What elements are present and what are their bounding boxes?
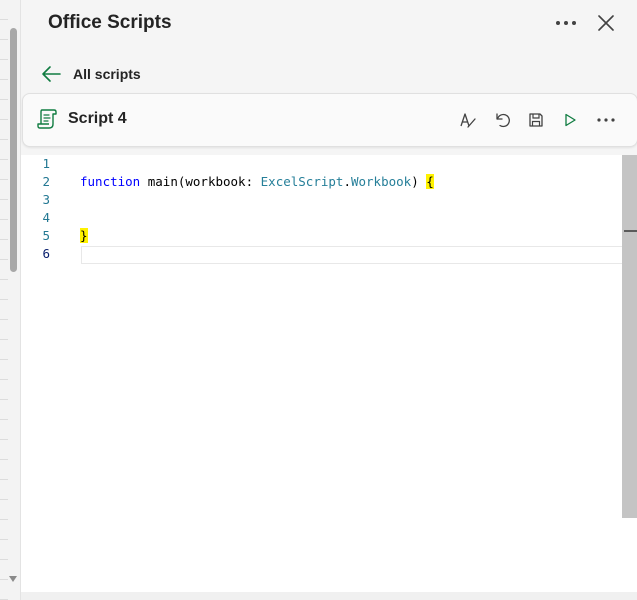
editor-vertical-scrollbar[interactable]: [622, 155, 637, 518]
code-editor[interactable]: 1 2 3 4 5 6 function main(workbook: Exce…: [21, 155, 637, 592]
code-token: .: [343, 174, 351, 189]
worksheet-grid-lines: [0, 0, 8, 600]
undo-button[interactable]: [489, 107, 515, 133]
line-number: 1: [42, 156, 50, 171]
current-line-highlight: [81, 246, 637, 264]
all-scripts-label: All scripts: [73, 66, 141, 82]
code-line-2[interactable]: function main(workbook: ExcelScript.Work…: [80, 173, 434, 191]
run-button[interactable]: [557, 107, 583, 133]
office-scripts-pane: Office Scripts All scripts Script 4 1 2 …: [21, 0, 637, 600]
play-icon: [565, 113, 576, 127]
type-token: Workbook: [350, 174, 412, 189]
pane-more-options-button[interactable]: [553, 10, 579, 36]
line-number: 5: [42, 228, 50, 243]
script-name[interactable]: Script 4: [68, 110, 127, 128]
more-horizontal-icon: [597, 118, 615, 122]
script-header-card: Script 4: [22, 93, 637, 147]
worksheet-edge: [0, 0, 21, 600]
more-horizontal-icon: [556, 21, 576, 25]
pane-bottom-bar: [21, 592, 637, 600]
code-token: ): [411, 174, 427, 189]
pane-header: Office Scripts: [21, 0, 637, 48]
matched-bracket-open: {: [426, 174, 434, 189]
save-button[interactable]: [523, 107, 549, 133]
all-scripts-back-link[interactable]: All scripts: [39, 60, 141, 88]
script-more-options-button[interactable]: [593, 107, 619, 133]
save-icon: [529, 113, 543, 127]
code-line-5[interactable]: }: [80, 227, 88, 245]
line-number: 4: [42, 210, 50, 225]
undo-icon: [496, 113, 510, 128]
worksheet-scrollbar-thumb[interactable]: [10, 28, 17, 272]
line-number: 2: [42, 174, 50, 189]
pane-close-button[interactable]: [593, 10, 619, 36]
arrow-left-icon: [42, 66, 61, 82]
overview-ruler-cursor: [624, 230, 637, 232]
type-token: ExcelScript: [260, 174, 344, 189]
text-proofing-icon: [460, 113, 476, 128]
close-icon: [598, 15, 614, 31]
line-number-gutter: 1 2 3 4 5 6: [21, 155, 61, 592]
matched-bracket-close: }: [80, 228, 88, 243]
code-token: main(workbook:: [140, 174, 261, 189]
scroll-down-arrow-icon[interactable]: [9, 576, 17, 582]
text-proofing-button[interactable]: [455, 107, 481, 133]
pane-title: Office Scripts: [48, 12, 172, 33]
line-number: 3: [42, 192, 50, 207]
line-number-active: 6: [42, 246, 50, 261]
script-document-icon: [37, 109, 57, 129]
keyword-token: function: [80, 174, 141, 189]
